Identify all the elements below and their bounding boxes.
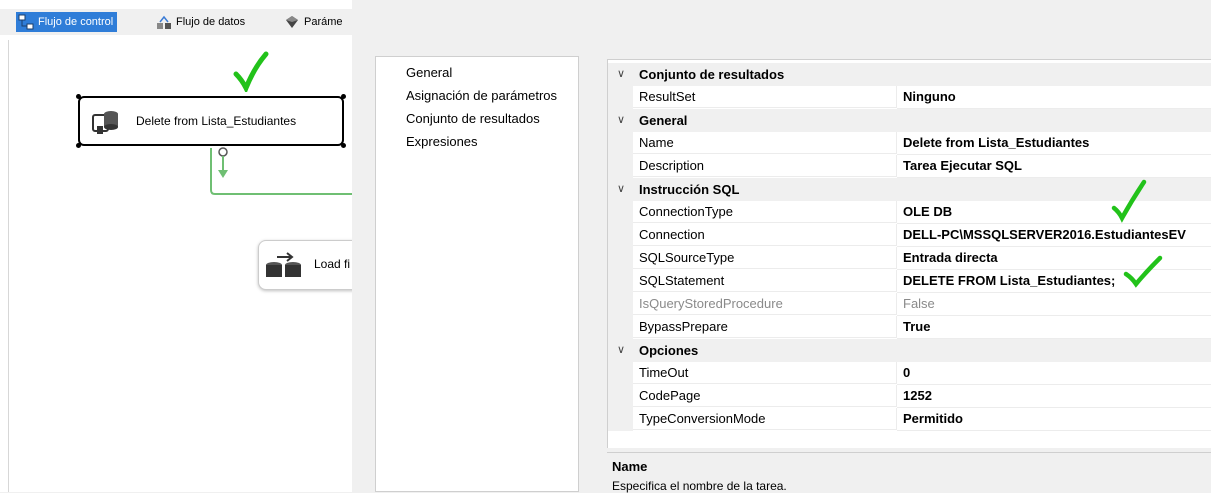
data-flow-icon bbox=[157, 15, 171, 29]
property-name: BypassPrepare bbox=[633, 316, 897, 338]
task-delete-label: Delete from Lista_Estudiantes bbox=[136, 114, 297, 128]
property-value[interactable]: 0 bbox=[897, 362, 1211, 385]
editor-nav-list: General Asignación de parámetros Conjunt… bbox=[375, 56, 579, 492]
property-name: Connection bbox=[633, 224, 897, 246]
property-value[interactable]: Ninguno bbox=[897, 86, 1211, 109]
category-options[interactable]: ∨ Opciones bbox=[608, 339, 1211, 362]
tab-parameters[interactable]: Paráme bbox=[282, 12, 343, 32]
package-designer: Flujo de control Flujo de datos Paráme D… bbox=[0, 0, 370, 492]
property-row-sql-source-type[interactable]: SQLSourceType Entrada directa bbox=[608, 247, 1211, 270]
property-row-name[interactable]: Name Delete from Lista_Estudiantes bbox=[608, 132, 1211, 155]
property-name: ConnectionType bbox=[633, 201, 897, 223]
property-row-timeout[interactable]: TimeOut 0 bbox=[608, 362, 1211, 385]
description-title: Name bbox=[612, 459, 648, 474]
check-mark-icon bbox=[1111, 179, 1147, 223]
property-row-resultset[interactable]: ResultSet Ninguno bbox=[608, 86, 1211, 109]
property-name: SQLStatement bbox=[633, 270, 897, 292]
property-value: False bbox=[897, 293, 1211, 316]
property-value[interactable]: OLE DB bbox=[897, 201, 1211, 224]
property-row-bypass-prepare[interactable]: BypassPrepare True bbox=[608, 316, 1211, 339]
property-name: Description bbox=[633, 155, 897, 177]
property-value[interactable]: 1252 bbox=[897, 385, 1211, 408]
property-name: TimeOut bbox=[633, 362, 897, 384]
control-flow-icon bbox=[18, 14, 34, 30]
nav-item-general[interactable]: General bbox=[406, 65, 452, 80]
execute-sql-task-icon bbox=[92, 111, 118, 134]
execute-sql-task-editor: General Asignación de parámetros Conjunt… bbox=[352, 0, 1211, 493]
property-row-connection[interactable]: Connection DELL-PC\MSSQLSERVER2016.Estud… bbox=[608, 224, 1211, 247]
category-label: Conjunto de resultados bbox=[639, 67, 785, 82]
category-label: General bbox=[639, 113, 688, 128]
nav-item-expressions[interactable]: Expresiones bbox=[406, 134, 478, 149]
property-value[interactable]: Delete from Lista_Estudiantes bbox=[897, 132, 1211, 155]
property-value[interactable]: DELL-PC\MSSQLSERVER2016.EstudiantesEV bbox=[897, 224, 1211, 247]
property-value[interactable]: Tarea Ejecutar SQL bbox=[897, 155, 1211, 178]
property-name: Name bbox=[633, 132, 897, 154]
property-row-sql-statement[interactable]: SQLStatement DELETE FROM Lista_Estudiant… bbox=[608, 270, 1211, 293]
property-name: IsQueryStoredProcedure bbox=[633, 293, 897, 315]
property-name: SQLSourceType bbox=[633, 247, 897, 269]
tab-control-flow-label: Flujo de control bbox=[38, 16, 114, 28]
parameters-icon bbox=[286, 16, 298, 28]
chevron-down-icon[interactable]: ∨ bbox=[614, 63, 628, 86]
description-text: Especifica el nombre de la tarea. bbox=[612, 479, 787, 493]
category-label: Opciones bbox=[639, 343, 699, 358]
designer-tab-bar: Flujo de control Flujo de datos Paráme bbox=[0, 9, 352, 35]
property-description-pane: Name Especifica el nombre de la tarea. bbox=[607, 452, 1211, 493]
task-delete-from-lista-estudiantes[interactable]: Delete from Lista_Estudiantes bbox=[76, 94, 346, 148]
nav-item-parameter-mapping[interactable]: Asignación de parámetros bbox=[406, 88, 557, 103]
chevron-down-icon[interactable]: ∨ bbox=[614, 109, 628, 132]
check-mark-icon bbox=[233, 51, 269, 92]
property-grid: ∨ Conjunto de resultados ResultSet Ningu… bbox=[607, 59, 1211, 448]
chevron-down-icon[interactable]: ∨ bbox=[614, 178, 628, 201]
category-general[interactable]: ∨ General bbox=[608, 109, 1211, 132]
property-row-is-query-stored-procedure: IsQueryStoredProcedure False bbox=[608, 293, 1211, 316]
property-row-description[interactable]: Description Tarea Ejecutar SQL bbox=[608, 155, 1211, 178]
precedence-constraint[interactable] bbox=[200, 140, 352, 200]
check-mark-icon bbox=[1123, 255, 1163, 288]
property-row-code-page[interactable]: CodePage 1252 bbox=[608, 385, 1211, 408]
data-flow-task-icon bbox=[266, 252, 301, 277]
property-name: CodePage bbox=[633, 385, 897, 407]
task-load-label: Load fi bbox=[314, 257, 351, 271]
property-name: TypeConversionMode bbox=[633, 408, 897, 430]
tab-data-flow[interactable]: Flujo de datos bbox=[154, 12, 245, 32]
property-row-type-conversion-mode[interactable]: TypeConversionMode Permitido bbox=[608, 408, 1211, 431]
tab-data-flow-label: Flujo de datos bbox=[176, 16, 246, 28]
property-value[interactable]: True bbox=[897, 316, 1211, 339]
category-label: Instrucción SQL bbox=[639, 182, 740, 197]
category-result-set[interactable]: ∨ Conjunto de resultados bbox=[608, 63, 1211, 86]
tab-control-flow[interactable]: Flujo de control bbox=[16, 12, 118, 32]
nav-item-result-set[interactable]: Conjunto de resultados bbox=[406, 111, 540, 126]
property-name: ResultSet bbox=[633, 86, 897, 108]
chevron-down-icon[interactable]: ∨ bbox=[614, 339, 628, 362]
property-value[interactable]: Permitido bbox=[897, 408, 1211, 431]
tab-parameters-label: Paráme bbox=[304, 16, 343, 28]
